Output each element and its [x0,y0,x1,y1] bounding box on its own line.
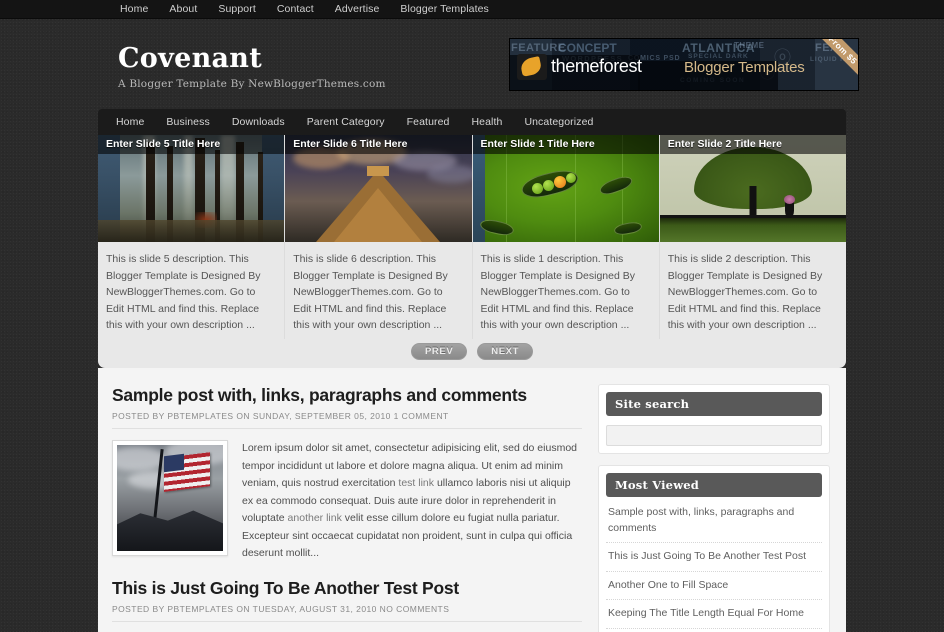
slide-image-tree[interactable]: Enter Slide 2 Title Here [659,135,846,242]
banner-brand-text: themeforest [551,55,642,76]
post-title[interactable]: This is Just Going To Be Another Test Po… [112,577,582,599]
nav-item-featured[interactable]: Featured [396,109,461,135]
site-tagline: A Blogger Template By NewBloggerThemes.c… [118,78,386,90]
topnav-item-advertise[interactable]: Advertise [335,0,380,19]
list-item[interactable]: Another One to Fill Space [606,572,822,600]
topnav-item-about[interactable]: About [169,0,197,19]
featured-slider: Enter Slide 5 Title Here This is slide 5… [98,135,846,368]
slide-item[interactable]: Enter Slide 5 Title Here This is slide 5… [98,135,285,339]
slide-title[interactable]: Enter Slide 6 Title Here [285,135,472,154]
list-item[interactable]: This is Just Going To Be Another Test Po… [606,543,822,572]
post-inline-link-1[interactable]: test link [398,477,434,489]
page-wrapper: Home Business Downloads Parent Category … [98,109,846,632]
slider-track: Enter Slide 5 Title Here This is slide 5… [98,135,846,339]
most-viewed-link[interactable]: Keeping The Title Length Equal For Home [608,606,820,622]
slide-image-pyramid[interactable]: Enter Slide 6 Title Here [285,135,472,242]
slider-controls: PREV NEXT [98,339,846,364]
slide-item[interactable]: Enter Slide 6 Title Here This is slide 6… [284,135,472,339]
widget-title-site-search: Site search [606,392,822,416]
slide-item[interactable]: Enter Slide 2 Title Here This is slide 2… [658,135,846,339]
list-item[interactable]: This Is Going To Be A Decent Length Titl… [606,629,822,632]
nav-item-downloads[interactable]: Downloads [221,109,296,135]
slider-prev-button[interactable]: PREV [410,343,468,360]
widget-most-viewed: Most Viewed Sample post with, links, par… [598,465,830,632]
slide-title[interactable]: Enter Slide 2 Title Here [659,135,846,154]
slide-item[interactable]: Enter Slide 1 Title Here This is slide 1… [471,135,659,339]
widget-title-most-viewed: Most Viewed [606,473,822,497]
topnav-item-support[interactable]: Support [218,0,255,19]
post-meta: POSTED BY PBTEMPLATES ON TUESDAY, AUGUST… [112,604,582,622]
list-item[interactable]: Keeping The Title Length Equal For Home [606,600,822,629]
main-content-column: Sample post with, links, paragraphs and … [112,384,582,632]
post-meta: POSTED BY PBTEMPLATES ON SUNDAY, SEPTEMB… [112,411,582,429]
most-viewed-link[interactable]: This is Just Going To Be Another Test Po… [608,549,820,565]
post-excerpt: Lorem ipsum dolor sit amet, consectetur … [242,440,582,563]
list-item[interactable]: Sample post with, links, paragraphs and … [606,499,822,543]
banner-ghost-theme: THEME [734,40,765,50]
most-viewed-link[interactable]: Another One to Fill Space [608,578,820,594]
slide-description: This is slide 5 description. This Blogge… [106,253,261,331]
slide-title[interactable]: Enter Slide 5 Title Here [98,135,285,154]
site-branding: Covenant A Blogger Template By NewBlogge… [80,38,386,91]
topnav-item-home[interactable]: Home [120,0,148,19]
top-utility-bar: Home About Support Contact Advertise Blo… [0,0,944,19]
nav-item-health[interactable]: Health [460,109,513,135]
slide-title[interactable]: Enter Slide 1 Title Here [472,135,659,154]
topnav-item-contact[interactable]: Contact [277,0,314,19]
most-viewed-list: Sample post with, links, paragraphs and … [606,499,822,632]
american-flag-ship-artwork [117,445,223,551]
post-inline-link-2[interactable]: another link [288,512,342,524]
slide-description: This is slide 1 description. This Blogge… [480,253,635,331]
slide-description: This is slide 2 description. This Blogge… [667,253,823,331]
post-body: Lorem ipsum dolor sit amet, consectetur … [112,440,582,563]
post-item: This is Just Going To Be Another Test Po… [112,577,582,622]
most-viewed-link[interactable]: Sample post with, links, paragraphs and … [608,505,820,536]
themeforest-banner-ad[interactable]: FEATURE CONCEPT WORDPRESS COMICS PSD ATL… [509,37,859,91]
topnav-item-blogger-templates[interactable]: Blogger Templates [400,0,488,19]
slider-next-button[interactable]: NEXT [477,343,534,360]
site-title[interactable]: Covenant [118,44,386,74]
nav-item-business[interactable]: Business [155,109,220,135]
content-area: Sample post with, links, paragraphs and … [98,368,846,632]
site-header: Covenant A Blogger Template By NewBlogge… [0,19,944,109]
slide-image-misty-forest[interactable]: Enter Slide 5 Title Here [98,135,285,242]
nav-item-home[interactable]: Home [110,109,155,135]
post-title[interactable]: Sample post with, links, paragraphs and … [112,384,582,406]
search-input[interactable] [606,425,822,446]
nav-item-parent-category[interactable]: Parent Category [296,109,396,135]
banner-ghost-concept: CONCEPT [558,40,617,55]
slide-image-peapods[interactable]: Enter Slide 1 Title Here [472,135,659,242]
main-navigation: Home Business Downloads Parent Category … [98,109,846,135]
slide-description: This is slide 6 description. This Blogge… [293,253,448,331]
post-item: Sample post with, links, paragraphs and … [112,384,582,563]
sidebar-column: Site search Most Viewed Sample post with… [598,384,830,632]
banner-headline-text: Blogger Templates [684,58,805,76]
nav-item-uncategorized[interactable]: Uncategorized [513,109,604,135]
post-thumbnail[interactable] [112,440,228,556]
widget-site-search: Site search [598,384,830,454]
